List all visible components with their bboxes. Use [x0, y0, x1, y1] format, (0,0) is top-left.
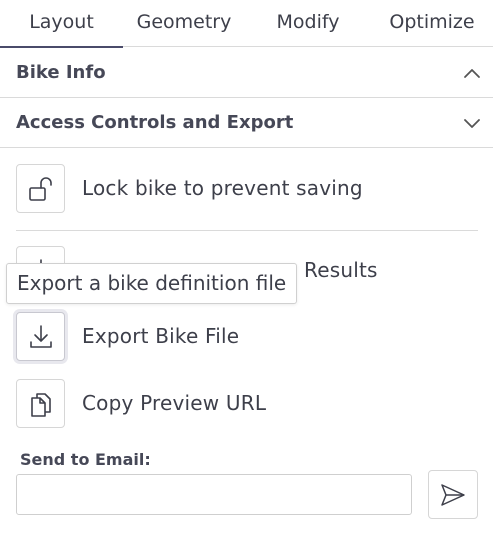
lock-bike-action[interactable]: Lock bike to prevent saving: [16, 164, 476, 214]
lock-bike-label: Lock bike to prevent saving: [82, 176, 363, 200]
section-title-access-controls: Access Controls and Export: [16, 112, 294, 133]
section-bike-info[interactable]: Bike Info: [0, 48, 493, 98]
email-input[interactable]: [16, 474, 412, 515]
chevron-down-icon: [464, 119, 480, 128]
tab-geometry[interactable]: Geometry: [128, 0, 240, 46]
tab-layout[interactable]: Layout: [0, 0, 123, 48]
lock-bike-button[interactable]: [16, 164, 65, 213]
export-bike-file-label: Export Bike File: [82, 324, 240, 348]
email-label: Send to Email:: [20, 450, 151, 469]
tooltip: Export a bike definition file: [6, 263, 298, 304]
export-results-label: Results: [304, 258, 378, 282]
download-icon: [29, 324, 52, 348]
copy-icon: [30, 392, 51, 417]
copy-preview-url-label: Copy Preview URL: [82, 391, 267, 415]
tab-bar: Layout Geometry Modify Optimize: [0, 0, 493, 48]
divider: [16, 230, 478, 231]
tab-modify[interactable]: Modify: [266, 0, 350, 46]
export-bike-file-button[interactable]: [16, 312, 65, 361]
section-title-bike-info: Bike Info: [16, 62, 106, 83]
tab-optimize[interactable]: Optimize: [380, 0, 484, 46]
section-access-controls[interactable]: Access Controls and Export: [0, 98, 493, 148]
chevron-up-icon: [464, 69, 480, 78]
copy-preview-url-action[interactable]: Copy Preview URL: [16, 379, 476, 429]
send-icon: [441, 483, 465, 506]
unlock-icon: [28, 176, 52, 201]
export-bike-file-action[interactable]: Export Bike File: [16, 312, 476, 362]
send-email-button[interactable]: [428, 470, 478, 519]
copy-preview-url-button[interactable]: [16, 379, 65, 428]
